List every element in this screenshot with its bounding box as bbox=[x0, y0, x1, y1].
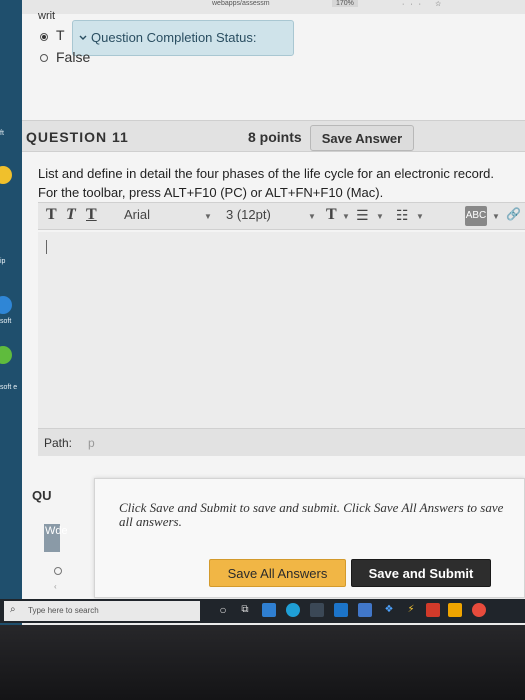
task-view-icon[interactable]: ⧉ bbox=[238, 603, 252, 617]
taskbar-search-input[interactable]: ⌕ Type here to search bbox=[4, 601, 200, 621]
spellcheck-icon[interactable]: ABC bbox=[465, 206, 487, 226]
zoom-badge[interactable]: 170% bbox=[332, 0, 358, 7]
url-text: webapps/assessm bbox=[212, 0, 270, 7]
desktop-icon-label: ft bbox=[0, 130, 4, 137]
numbered-list-icon[interactable]: ☷ bbox=[396, 207, 409, 224]
search-placeholder: Type here to search bbox=[28, 606, 99, 615]
answer-textarea[interactable] bbox=[38, 232, 525, 428]
question-prompt: List and define in detail the four phase… bbox=[38, 166, 494, 181]
browser-address-bar[interactable]: webapps/assessm 170% ··· ☆ bbox=[22, 0, 525, 14]
size-dropdown-caret-icon[interactable]: ▼ bbox=[308, 212, 316, 221]
bullet-dropdown-caret-icon[interactable]: ▼ bbox=[376, 212, 384, 221]
next-question-snippet: Wde bbox=[44, 524, 68, 552]
save-all-answers-button[interactable]: Save All Answers bbox=[209, 559, 346, 587]
photos-icon[interactable] bbox=[358, 603, 372, 617]
underline-button[interactable]: T bbox=[86, 206, 97, 224]
bullet-list-icon[interactable]: ☰ bbox=[356, 207, 369, 224]
color-dropdown-caret-icon[interactable]: ▼ bbox=[342, 212, 350, 221]
true-option-label: T bbox=[56, 27, 65, 43]
store-icon[interactable] bbox=[310, 603, 324, 617]
false-radio[interactable] bbox=[40, 54, 48, 62]
italic-button[interactable]: T bbox=[66, 206, 76, 224]
toolbar-hint: For the toolbar, press ALT+F10 (PC) or A… bbox=[38, 185, 384, 200]
desktop-background: ft ip soft soft e bbox=[0, 0, 22, 625]
text-cursor bbox=[46, 240, 47, 254]
edge-icon[interactable] bbox=[286, 603, 300, 617]
monitor-bezel bbox=[0, 625, 525, 700]
false-option-label: False bbox=[56, 49, 91, 65]
question-points: 8 points bbox=[248, 129, 302, 145]
app-icon[interactable]: ⚡ bbox=[404, 603, 418, 617]
search-icon: ⌕ bbox=[10, 604, 16, 615]
scroll-left-icon[interactable]: ‹ bbox=[54, 582, 57, 591]
app-icon[interactable] bbox=[472, 603, 486, 617]
next-question-radio[interactable] bbox=[54, 567, 62, 575]
save-answer-button[interactable]: Save Answer bbox=[310, 125, 414, 151]
link-icon[interactable]: 🔗 bbox=[506, 207, 521, 221]
save-and-submit-button[interactable]: Save and Submit bbox=[351, 559, 491, 587]
path-label: Path: bbox=[44, 436, 73, 450]
windows-taskbar: ⌕ Type here to search ○ ⧉ ❖ ⚡ bbox=[0, 599, 525, 623]
browser-toolbar-icons[interactable]: ··· ☆ bbox=[402, 0, 447, 8]
spellcheck-dropdown-caret-icon[interactable]: ▼ bbox=[492, 212, 500, 221]
dropbox-icon[interactable]: ❖ bbox=[382, 603, 396, 617]
file-explorer-icon[interactable] bbox=[262, 603, 276, 617]
text-color-button[interactable]: T bbox=[326, 206, 337, 224]
font-family-select[interactable]: Arial bbox=[124, 207, 150, 222]
bold-button[interactable]: T bbox=[46, 206, 57, 224]
font-size-select[interactable]: 3 (12pt) bbox=[226, 207, 271, 222]
desktop-app-icon[interactable] bbox=[0, 166, 12, 184]
desktop-icon-label: soft bbox=[0, 318, 12, 325]
desktop-app-icon[interactable] bbox=[0, 346, 12, 364]
next-question-title: QU bbox=[32, 488, 52, 503]
question-header: QUESTION 11 8 points Save Answer bbox=[22, 120, 525, 152]
assessment-page: writ T Question Completion Status: False… bbox=[22, 10, 525, 599]
office-icon[interactable] bbox=[426, 603, 440, 617]
previous-question-text: writ bbox=[38, 10, 56, 22]
screen: ft ip soft soft e webapps/assessm 170% ·… bbox=[0, 0, 525, 625]
completion-status-label: Question Completion Status: bbox=[91, 30, 257, 45]
true-radio[interactable] bbox=[40, 33, 48, 41]
submit-panel: Click Save and Submit to save and submit… bbox=[94, 478, 525, 598]
desktop-icon-label: soft e bbox=[0, 384, 18, 391]
mail-icon[interactable] bbox=[334, 603, 348, 617]
font-dropdown-caret-icon[interactable]: ▼ bbox=[204, 212, 212, 221]
submit-instructions: Click Save and Submit to save and submit… bbox=[119, 500, 504, 529]
numbered-dropdown-caret-icon[interactable]: ▼ bbox=[416, 212, 424, 221]
cortana-icon[interactable]: ○ bbox=[216, 603, 230, 617]
editor-path-bar: Path: p bbox=[38, 428, 525, 456]
path-value[interactable]: p bbox=[88, 436, 95, 450]
editor-toolbar: T T T Arial ▼ 3 (12pt) ▼ T ▼ ☰ ▼ ☷ ▼ ABC… bbox=[38, 202, 525, 230]
question-title: QUESTION 11 bbox=[26, 129, 129, 145]
desktop-app-icon[interactable] bbox=[0, 296, 12, 314]
sticky-notes-icon[interactable] bbox=[448, 603, 462, 617]
desktop-icon-label: ip bbox=[0, 258, 6, 265]
completion-status-tooltip[interactable]: Question Completion Status: bbox=[72, 20, 294, 56]
chevron-down-icon bbox=[79, 35, 87, 40]
